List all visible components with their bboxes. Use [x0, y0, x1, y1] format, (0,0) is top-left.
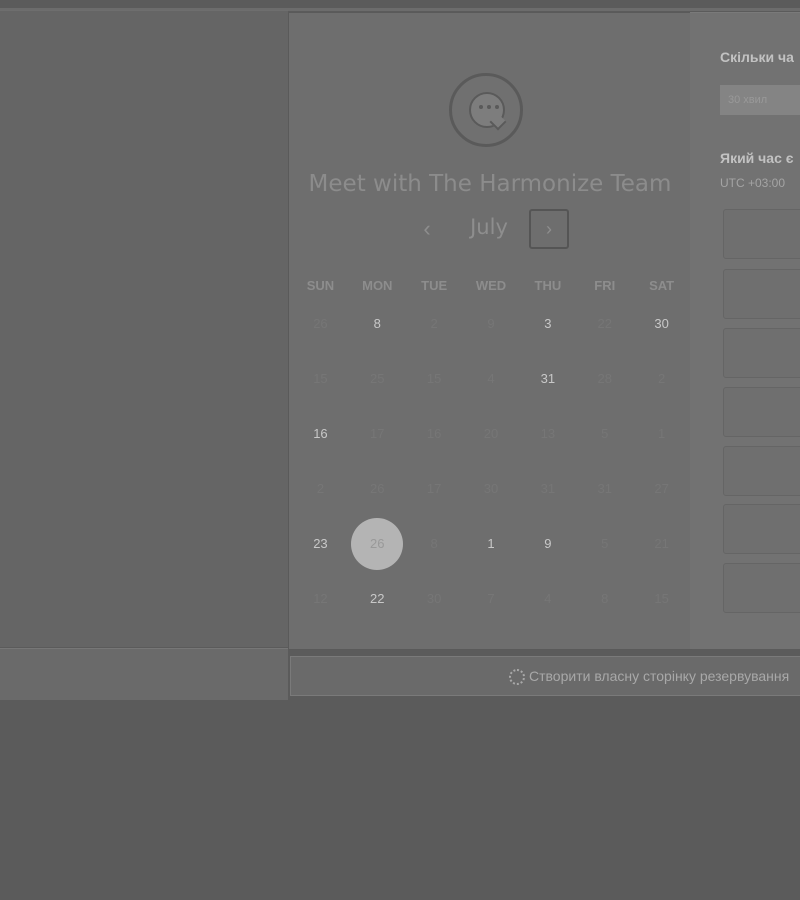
calendar-day: 12	[313, 591, 328, 606]
calendar-day: 7	[487, 591, 495, 606]
sparkle-icon	[509, 669, 525, 686]
weekday-label: THU	[534, 278, 562, 293]
calendar-day: 13	[540, 426, 556, 441]
chat-bubble-logo-icon	[449, 73, 523, 147]
chevron-right-icon[interactable]: ›	[529, 209, 569, 249]
footer-link-label: Створити власну сторінку резервування	[529, 668, 790, 684]
calendar-day: 2	[657, 371, 666, 386]
timezone-label[interactable]: UTC +03:00	[720, 176, 785, 190]
time-slot[interactable]	[723, 269, 800, 319]
calendar-day: 17	[370, 426, 385, 441]
page-title: Meet with The Harmonize Team	[308, 171, 672, 197]
calendar-day: 20	[483, 426, 499, 441]
calendar-day[interactable]: 22	[349, 571, 406, 626]
chevron-left-icon[interactable]: ‹	[413, 215, 441, 243]
calendar-day: 8	[601, 591, 609, 606]
calendar-day: 2	[316, 481, 325, 496]
calendar-day[interactable]: 16	[292, 406, 349, 461]
calendar-day: 22	[597, 316, 612, 331]
calendar-week-row: 26 8 2 9 3 22 30	[292, 296, 690, 351]
weekday-label: WED	[475, 278, 507, 293]
calendar-week-row: 16 17 16 20 13 5 1	[292, 406, 690, 461]
calendar-day[interactable]: 9	[519, 516, 576, 571]
calendar-week-row: 12 22 30 7 4 8 15	[292, 571, 690, 626]
duration-select[interactable]: 30 хвил	[720, 85, 800, 115]
weekday-label: SUN	[306, 278, 335, 293]
calendar-day: 27	[654, 481, 669, 496]
calendar-day[interactable]: 30	[633, 296, 690, 351]
weekday-label: TUE	[421, 278, 448, 293]
calendar-day: 8	[430, 536, 438, 551]
calendar-day[interactable]: 3	[519, 296, 576, 351]
weekday-label: FRI	[594, 278, 616, 293]
calendar-day: 5	[601, 536, 609, 551]
calendar-day: 1	[657, 426, 666, 441]
calendar-grid: 26 8 2 9 3 22 30 15 25 15 4 31 28 2 16 17 16 20 13 5 1 2 26 17 3…	[292, 296, 690, 626]
month-label: July	[470, 215, 508, 239]
calendar-day: 5	[601, 426, 609, 441]
time-slot[interactable]	[723, 328, 800, 378]
calendar-week-row: 15 25 15 4 31 28 2	[292, 351, 690, 406]
time-label: Який час є	[720, 150, 794, 166]
calendar-day: 25	[370, 371, 385, 386]
calendar-day: 16	[426, 426, 442, 441]
time-slot[interactable]	[723, 563, 800, 613]
calendar-day: 4	[487, 371, 495, 386]
bottom-background	[0, 700, 800, 900]
weekday-header: SUN MON TUE WED THU FRI SAT	[292, 278, 690, 293]
left-lower-bar	[0, 648, 288, 702]
calendar-day: 26	[370, 481, 385, 496]
calendar-day: 15	[313, 371, 328, 386]
calendar-day: 26	[313, 316, 328, 331]
calendar-day: 15	[426, 371, 442, 386]
create-booking-page-link[interactable]: Створити власну сторінку резервування	[509, 657, 789, 695]
side-panel: Скільки ча 30 хвил Який час є UTC +03:00	[690, 12, 800, 649]
calendar-day: 2	[430, 316, 438, 331]
calendar-week-row: 2 26 17 30 31 31 27	[292, 461, 690, 516]
calendar-day: 9	[487, 316, 495, 331]
calendar-week-row: 23 26 8 1 9 5 21	[292, 516, 690, 571]
weekday-label: MON	[362, 278, 393, 293]
calendar-day: 31	[597, 481, 612, 496]
booking-card: Meet with The Harmonize Team ‹ July › SU…	[288, 12, 692, 650]
calendar-day: 28	[597, 371, 612, 386]
calendar-day: 15	[654, 591, 669, 606]
duration-label: Скільки ча	[720, 49, 794, 65]
weekday-label: SAT	[649, 278, 675, 293]
time-slot[interactable]	[723, 504, 800, 554]
left-background-pane	[0, 10, 288, 647]
calendar-day[interactable]: 1	[463, 516, 520, 571]
calendar-day[interactable]: 31	[519, 351, 576, 406]
time-slot[interactable]	[723, 387, 800, 437]
time-slot[interactable]	[723, 446, 800, 496]
selected-day-cell[interactable]: 26	[349, 516, 406, 571]
calendar-day[interactable]: 8	[349, 296, 406, 351]
footer-bar: Створити власну сторінку резервування	[290, 656, 800, 696]
calendar-day: 30	[483, 481, 499, 496]
calendar-day: 30	[426, 591, 442, 606]
calendar-day[interactable]: 23	[292, 516, 349, 571]
calendar-day: 4	[544, 591, 552, 606]
calendar-day: 17	[426, 481, 442, 496]
time-slot[interactable]	[723, 209, 800, 259]
month-navigation: ‹ July ›	[289, 209, 691, 251]
calendar-day: 21	[654, 536, 669, 551]
calendar-day: 31	[540, 481, 556, 496]
